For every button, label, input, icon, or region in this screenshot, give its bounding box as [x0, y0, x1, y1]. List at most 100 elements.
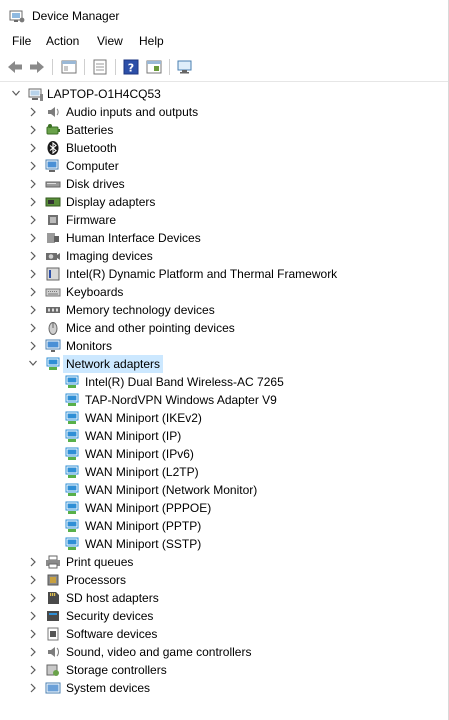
- category-label: Storage controllers: [66, 663, 167, 677]
- chevron-right-icon[interactable]: [28, 301, 38, 319]
- toolbar-separator: [52, 59, 53, 75]
- chevron-down-icon[interactable]: [11, 85, 21, 103]
- chevron-right-icon[interactable]: [28, 229, 38, 247]
- back-icon[interactable]: [6, 58, 24, 76]
- chevron-right-icon[interactable]: [28, 337, 38, 355]
- update-driver-icon[interactable]: [145, 58, 163, 76]
- chevron-down-icon[interactable]: [28, 355, 38, 373]
- category-system-devices[interactable]: System devices: [0, 679, 449, 697]
- tree-root[interactable]: LAPTOP-O1H4CQ53: [0, 85, 449, 103]
- chevron-right-icon[interactable]: [28, 247, 38, 265]
- security-device-icon: [45, 608, 61, 624]
- category-bluetooth[interactable]: Bluetooth: [0, 139, 449, 157]
- category-label: Firmware: [66, 213, 116, 227]
- category-mice-and-other-pointing-devices[interactable]: Mice and other pointing devices: [0, 319, 449, 337]
- menu-action[interactable]: Action: [46, 34, 79, 48]
- toolbar-separator: [84, 59, 85, 75]
- forward-icon[interactable]: [28, 58, 46, 76]
- chevron-right-icon[interactable]: [28, 193, 38, 211]
- device-wan-miniport-ikev2[interactable]: WAN Miniport (IKEv2): [0, 409, 449, 427]
- menu-file[interactable]: File: [12, 34, 31, 48]
- chevron-right-icon[interactable]: [28, 175, 38, 193]
- sd-card-icon: [45, 590, 61, 606]
- chevron-right-icon[interactable]: [28, 553, 38, 571]
- device-tap-nordvpn-windows-adapter-v9[interactable]: TAP-NordVPN Windows Adapter V9: [0, 391, 449, 409]
- chevron-right-icon[interactable]: [28, 625, 38, 643]
- network-adapter-icon: [64, 374, 80, 390]
- toolbar-separator: [169, 59, 170, 75]
- category-batteries[interactable]: Batteries: [0, 121, 449, 139]
- battery-icon: [45, 122, 61, 138]
- help-icon[interactable]: ?: [122, 58, 140, 76]
- category-label: Security devices: [66, 609, 154, 623]
- device-wan-miniport-ip[interactable]: WAN Miniport (IP): [0, 427, 449, 445]
- chevron-right-icon[interactable]: [28, 661, 38, 679]
- chevron-right-icon[interactable]: [28, 679, 38, 697]
- category-firmware[interactable]: Firmware: [0, 211, 449, 229]
- chevron-right-icon[interactable]: [28, 157, 38, 175]
- chevron-right-icon[interactable]: [28, 283, 38, 301]
- show-hide-tree-icon[interactable]: [60, 58, 78, 76]
- network-adapter-icon: [64, 500, 80, 516]
- chevron-right-icon[interactable]: [28, 643, 38, 661]
- device-wan-miniport-l2tp[interactable]: WAN Miniport (L2TP): [0, 463, 449, 481]
- svg-text:?: ?: [128, 62, 134, 75]
- device-wan-miniport-network-monitor[interactable]: WAN Miniport (Network Monitor): [0, 481, 449, 499]
- device-manager-icon: [9, 10, 25, 23]
- device-wan-miniport-ipv6[interactable]: WAN Miniport (IPv6): [0, 445, 449, 463]
- chevron-right-icon[interactable]: [28, 571, 38, 589]
- category-intel-r-dynamic-platform-and-thermal-framework[interactable]: Intel(R) Dynamic Platform and Thermal Fr…: [0, 265, 449, 283]
- category-human-interface-devices[interactable]: Human Interface Devices: [0, 229, 449, 247]
- category-keyboards[interactable]: Keyboards: [0, 283, 449, 301]
- menu-help[interactable]: Help: [139, 34, 164, 48]
- chevron-right-icon[interactable]: [28, 139, 38, 157]
- category-display-adapters[interactable]: Display adapters: [0, 193, 449, 211]
- category-sd-host-adapters[interactable]: SD host adapters: [0, 589, 449, 607]
- device-wan-miniport-pppoe[interactable]: WAN Miniport (PPPOE): [0, 499, 449, 517]
- category-label: Monitors: [66, 339, 113, 353]
- chevron-right-icon[interactable]: [28, 319, 38, 337]
- category-monitors[interactable]: Monitors: [0, 337, 449, 355]
- category-software-devices[interactable]: Software devices: [0, 625, 449, 643]
- category-imaging-devices[interactable]: Imaging devices: [0, 247, 449, 265]
- title-bar: Device Manager: [0, 0, 449, 32]
- category-network-adapters[interactable]: Network adapters: [0, 355, 449, 373]
- category-processors[interactable]: Processors: [0, 571, 449, 589]
- chevron-right-icon[interactable]: [28, 121, 38, 139]
- device-label: WAN Miniport (SSTP): [85, 537, 202, 551]
- properties-icon[interactable]: [91, 58, 109, 76]
- category-label: Computer: [66, 159, 119, 173]
- chevron-right-icon[interactable]: [28, 211, 38, 229]
- chevron-right-icon[interactable]: [28, 103, 38, 121]
- monitor-icon: [45, 338, 61, 354]
- device-label: WAN Miniport (IP): [85, 429, 182, 443]
- category-label: Human Interface Devices: [66, 231, 201, 245]
- mouse-icon: [45, 320, 61, 336]
- category-memory-technology-devices[interactable]: Memory technology devices: [0, 301, 449, 319]
- category-computer[interactable]: Computer: [0, 157, 449, 175]
- category-label: Software devices: [66, 627, 158, 641]
- category-sound-video-and-game-controllers[interactable]: Sound, video and game controllers: [0, 643, 449, 661]
- category-label: Disk drives: [66, 177, 125, 191]
- category-print-queues[interactable]: Print queues: [0, 553, 449, 571]
- device-label: WAN Miniport (Network Monitor): [85, 483, 258, 497]
- chevron-right-icon[interactable]: [28, 607, 38, 625]
- chevron-right-icon[interactable]: [28, 589, 38, 607]
- category-disk-drives[interactable]: Disk drives: [0, 175, 449, 193]
- category-security-devices[interactable]: Security devices: [0, 607, 449, 625]
- menu-view[interactable]: View: [97, 34, 123, 48]
- chevron-right-icon[interactable]: [28, 265, 38, 283]
- device-intel-r-dual-band-wireless-ac-7265[interactable]: Intel(R) Dual Band Wireless-AC 7265: [0, 373, 449, 391]
- category-label: Audio inputs and outputs: [66, 105, 199, 119]
- device-wan-miniport-pptp[interactable]: WAN Miniport (PPTP): [0, 517, 449, 535]
- category-label: Bluetooth: [66, 141, 117, 155]
- keyboard-icon: [45, 284, 61, 300]
- device-wan-miniport-sstp[interactable]: WAN Miniport (SSTP): [0, 535, 449, 553]
- device-label: WAN Miniport (PPPOE): [85, 501, 212, 515]
- category-label: Network adapters: [63, 355, 164, 373]
- category-storage-controllers[interactable]: Storage controllers: [0, 661, 449, 679]
- device-label: Intel(R) Dual Band Wireless-AC 7265: [85, 375, 284, 389]
- category-audio-inputs-and-outputs[interactable]: Audio inputs and outputs: [0, 103, 449, 121]
- scan-hardware-icon[interactable]: [176, 58, 194, 76]
- network-adapter-icon: [64, 410, 80, 426]
